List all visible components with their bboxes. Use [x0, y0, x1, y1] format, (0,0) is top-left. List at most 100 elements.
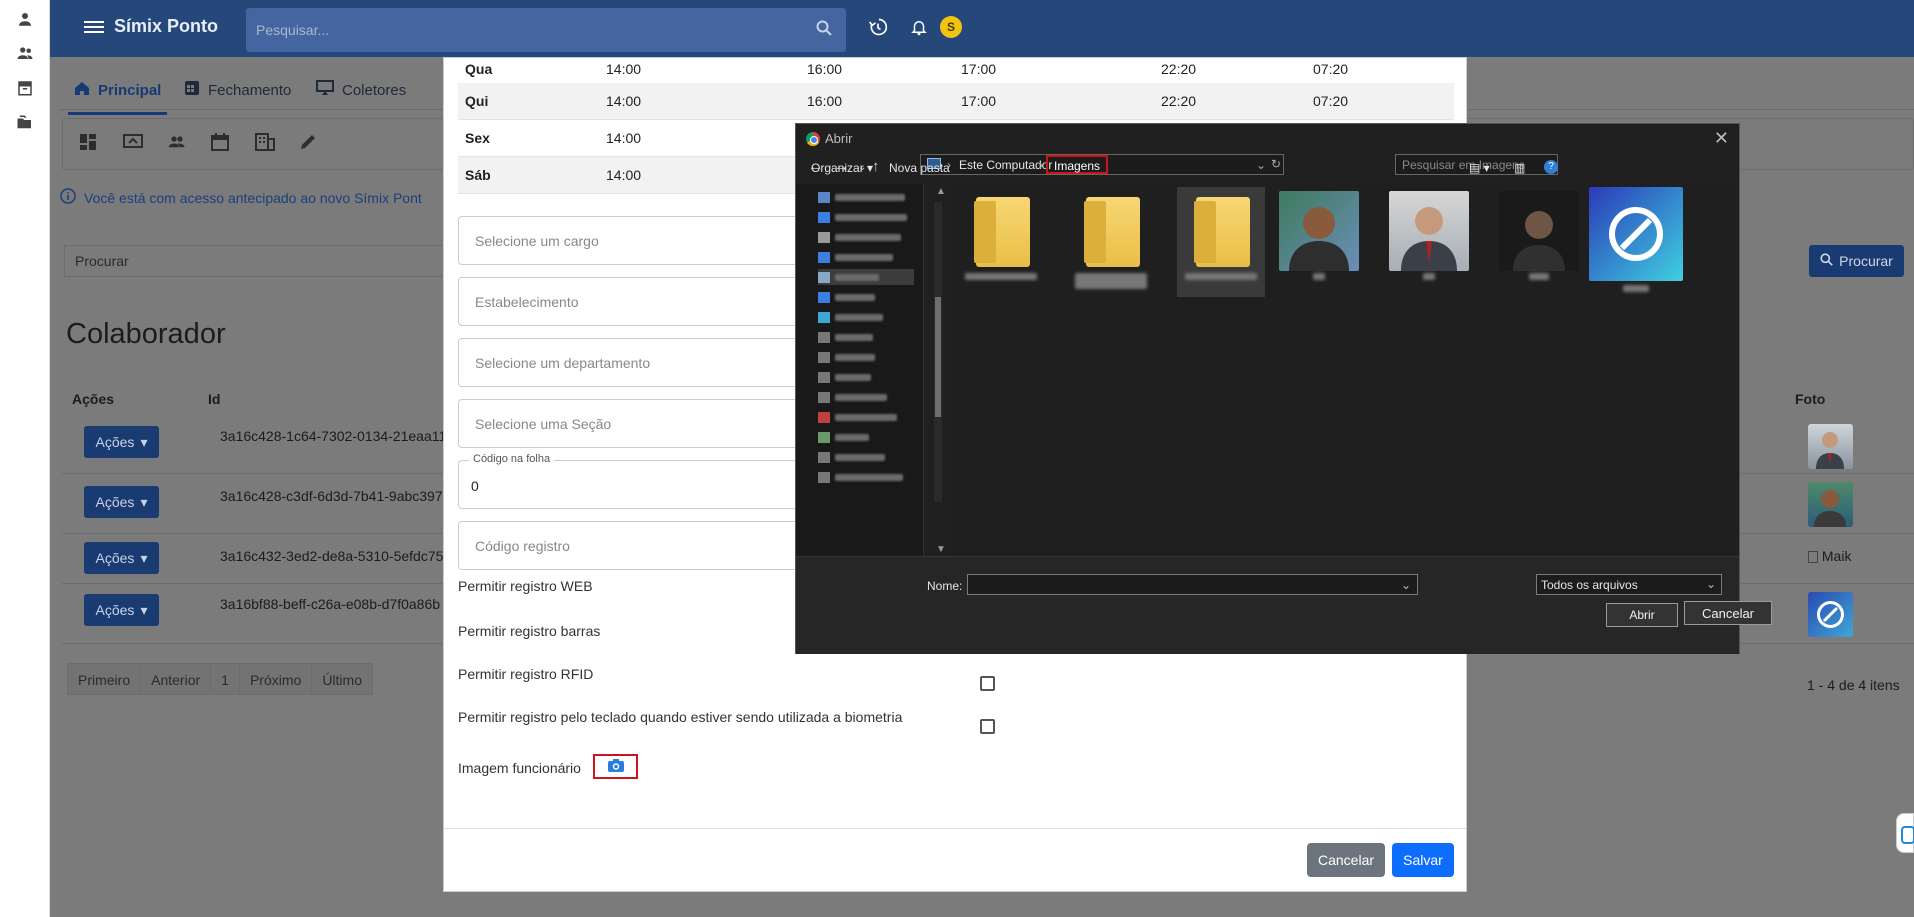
file-name-input[interactable]: ⌄	[967, 574, 1418, 595]
tree-item[interactable]	[818, 289, 914, 305]
folders-icon[interactable]	[14, 112, 36, 134]
person-icon[interactable]	[14, 8, 36, 30]
tree-item[interactable]	[818, 309, 914, 325]
side-widget-tab[interactable]	[1896, 813, 1914, 853]
upload-photo-button[interactable]	[593, 754, 638, 779]
address-bar[interactable]: › Este Computador › Imagens ⌄ ↻	[920, 154, 1284, 175]
acoes-dropdown-button[interactable]: Ações ▾	[84, 542, 159, 574]
refresh-icon[interactable]: ↻	[1271, 157, 1281, 171]
perm-teclado-checkbox[interactable]	[980, 719, 995, 734]
close-icon[interactable]: ✕	[1714, 128, 1729, 149]
user-avatar[interactable]: S	[940, 16, 962, 38]
home-icon	[74, 80, 90, 100]
preview-pane-icon[interactable]: ▥	[1514, 161, 1525, 175]
scrollbar-thumb[interactable]	[935, 297, 941, 417]
dialog-cancel-button[interactable]: Cancelar	[1684, 601, 1772, 625]
modal-save-button[interactable]: Salvar	[1392, 843, 1454, 877]
new-folder-button[interactable]: Nova pasta	[889, 161, 950, 175]
tab-fechamento[interactable]: Fechamento	[184, 80, 291, 100]
codigo-folha-label: Código na folha	[469, 453, 555, 465]
folder-icon	[1084, 197, 1140, 267]
tree-item[interactable]	[818, 329, 914, 345]
organize-menu[interactable]: Organizar ▾	[811, 161, 873, 175]
pager-prev[interactable]: Anterior	[141, 664, 212, 694]
image-tile[interactable]	[1589, 187, 1683, 297]
tree-item[interactable]	[818, 449, 914, 465]
breadcrumb-separator-icon: ›	[1039, 158, 1043, 172]
global-search-input[interactable]	[256, 18, 756, 42]
dialog-open-button[interactable]: Abrir	[1606, 603, 1678, 627]
help-icon[interactable]: ?	[1544, 160, 1558, 174]
search-icon[interactable]	[816, 20, 832, 39]
dialog-search-input[interactable]	[1402, 158, 1532, 172]
tree-item[interactable]	[818, 229, 914, 245]
search-icon	[1820, 253, 1833, 269]
tree-item[interactable]	[818, 369, 914, 385]
row-id: 3a16c428-1c64-7302-0134-21eaa11	[220, 428, 447, 444]
calendar-icon[interactable]	[211, 133, 229, 154]
broken-image-icon	[1808, 551, 1818, 564]
tree-item[interactable]	[818, 429, 914, 445]
acoes-label: Ações	[95, 602, 135, 618]
file-label	[1623, 285, 1649, 292]
schedule-time: 14:00	[606, 93, 642, 109]
chevron-down-icon[interactable]: ⌄	[1256, 158, 1266, 172]
chevron-down-icon[interactable]: ⌄	[1401, 578, 1411, 592]
tab-principal[interactable]: Principal	[67, 80, 168, 115]
pager-next[interactable]: Próximo	[240, 664, 313, 694]
file-type-select[interactable]: Todos os arquivos ⌄	[1536, 574, 1722, 595]
view-options-icon[interactable]: ▤ ▾	[1469, 161, 1490, 175]
folder-tile[interactable]	[1177, 187, 1265, 297]
dashboard-icon[interactable]	[79, 133, 97, 154]
tree-item-selected[interactable]	[818, 269, 914, 285]
menu-icon[interactable]	[84, 18, 106, 39]
tree-item[interactable]	[818, 469, 914, 485]
modal-cancel-button[interactable]: Cancelar	[1307, 843, 1385, 877]
folder-tree	[796, 184, 924, 556]
archive-icon[interactable]	[14, 77, 36, 99]
acoes-dropdown-button[interactable]: Ações ▾	[84, 426, 159, 458]
image-thumbnail	[1279, 191, 1359, 271]
group-icon[interactable]	[167, 133, 187, 154]
tab-coletores[interactable]: Coletores	[316, 80, 406, 100]
tree-item[interactable]	[818, 389, 914, 405]
perm-rfid-checkbox[interactable]	[980, 676, 995, 691]
folder-tile[interactable]	[1067, 187, 1155, 297]
tree-item[interactable]	[818, 209, 914, 225]
scroll-down-icon[interactable]: ▼	[936, 544, 946, 555]
image-tile[interactable]	[1385, 187, 1473, 297]
tree-item[interactable]	[818, 349, 914, 365]
people-icon[interactable]	[14, 42, 36, 64]
building-icon[interactable]	[255, 133, 275, 154]
folder-tile[interactable]	[957, 187, 1045, 297]
scroll-up-icon[interactable]: ▲	[936, 186, 946, 197]
acoes-dropdown-button[interactable]: Ações ▾	[84, 594, 159, 626]
bell-icon[interactable]	[910, 17, 928, 40]
banner-text: Você está com acesso antecipado ao novo …	[84, 189, 422, 206]
pager-page[interactable]: 1	[211, 664, 240, 694]
file-label	[1185, 273, 1257, 280]
tree-item[interactable]	[818, 249, 914, 265]
up-arrow-icon[interactable]: ↑	[872, 158, 880, 175]
tab-principal-label: Principal	[98, 81, 162, 99]
column-header-id: Id	[208, 391, 221, 407]
acoes-dropdown-button[interactable]: Ações ▾	[84, 486, 159, 518]
history-icon[interactable]	[868, 17, 888, 40]
breadcrumb-imagens[interactable]: Imagens	[1046, 155, 1109, 174]
schedule-time: 17:00	[961, 93, 997, 109]
pencil-icon[interactable]	[299, 133, 317, 154]
tree-item[interactable]	[818, 409, 914, 425]
dialog-footer: Nome: ⌄ Todos os arquivos ⌄ Abrir	[796, 556, 1739, 654]
perm-barras-label: Permitir registro barras	[458, 623, 601, 639]
tree-item[interactable]	[818, 189, 914, 205]
screen-share-icon[interactable]	[123, 133, 143, 154]
list-search-input[interactable]: Procurar	[64, 245, 484, 277]
pagination: Primeiro Anterior 1 Próximo Último	[67, 663, 373, 695]
schedule-time: 22:20	[1161, 61, 1197, 77]
tree-scrollbar[interactable]	[934, 202, 942, 502]
pager-last[interactable]: Último	[312, 664, 372, 694]
image-tile[interactable]	[1275, 187, 1363, 297]
pager-first[interactable]: Primeiro	[68, 664, 142, 694]
procurar-button[interactable]: Procurar	[1809, 245, 1904, 277]
image-tile[interactable]	[1495, 187, 1583, 297]
